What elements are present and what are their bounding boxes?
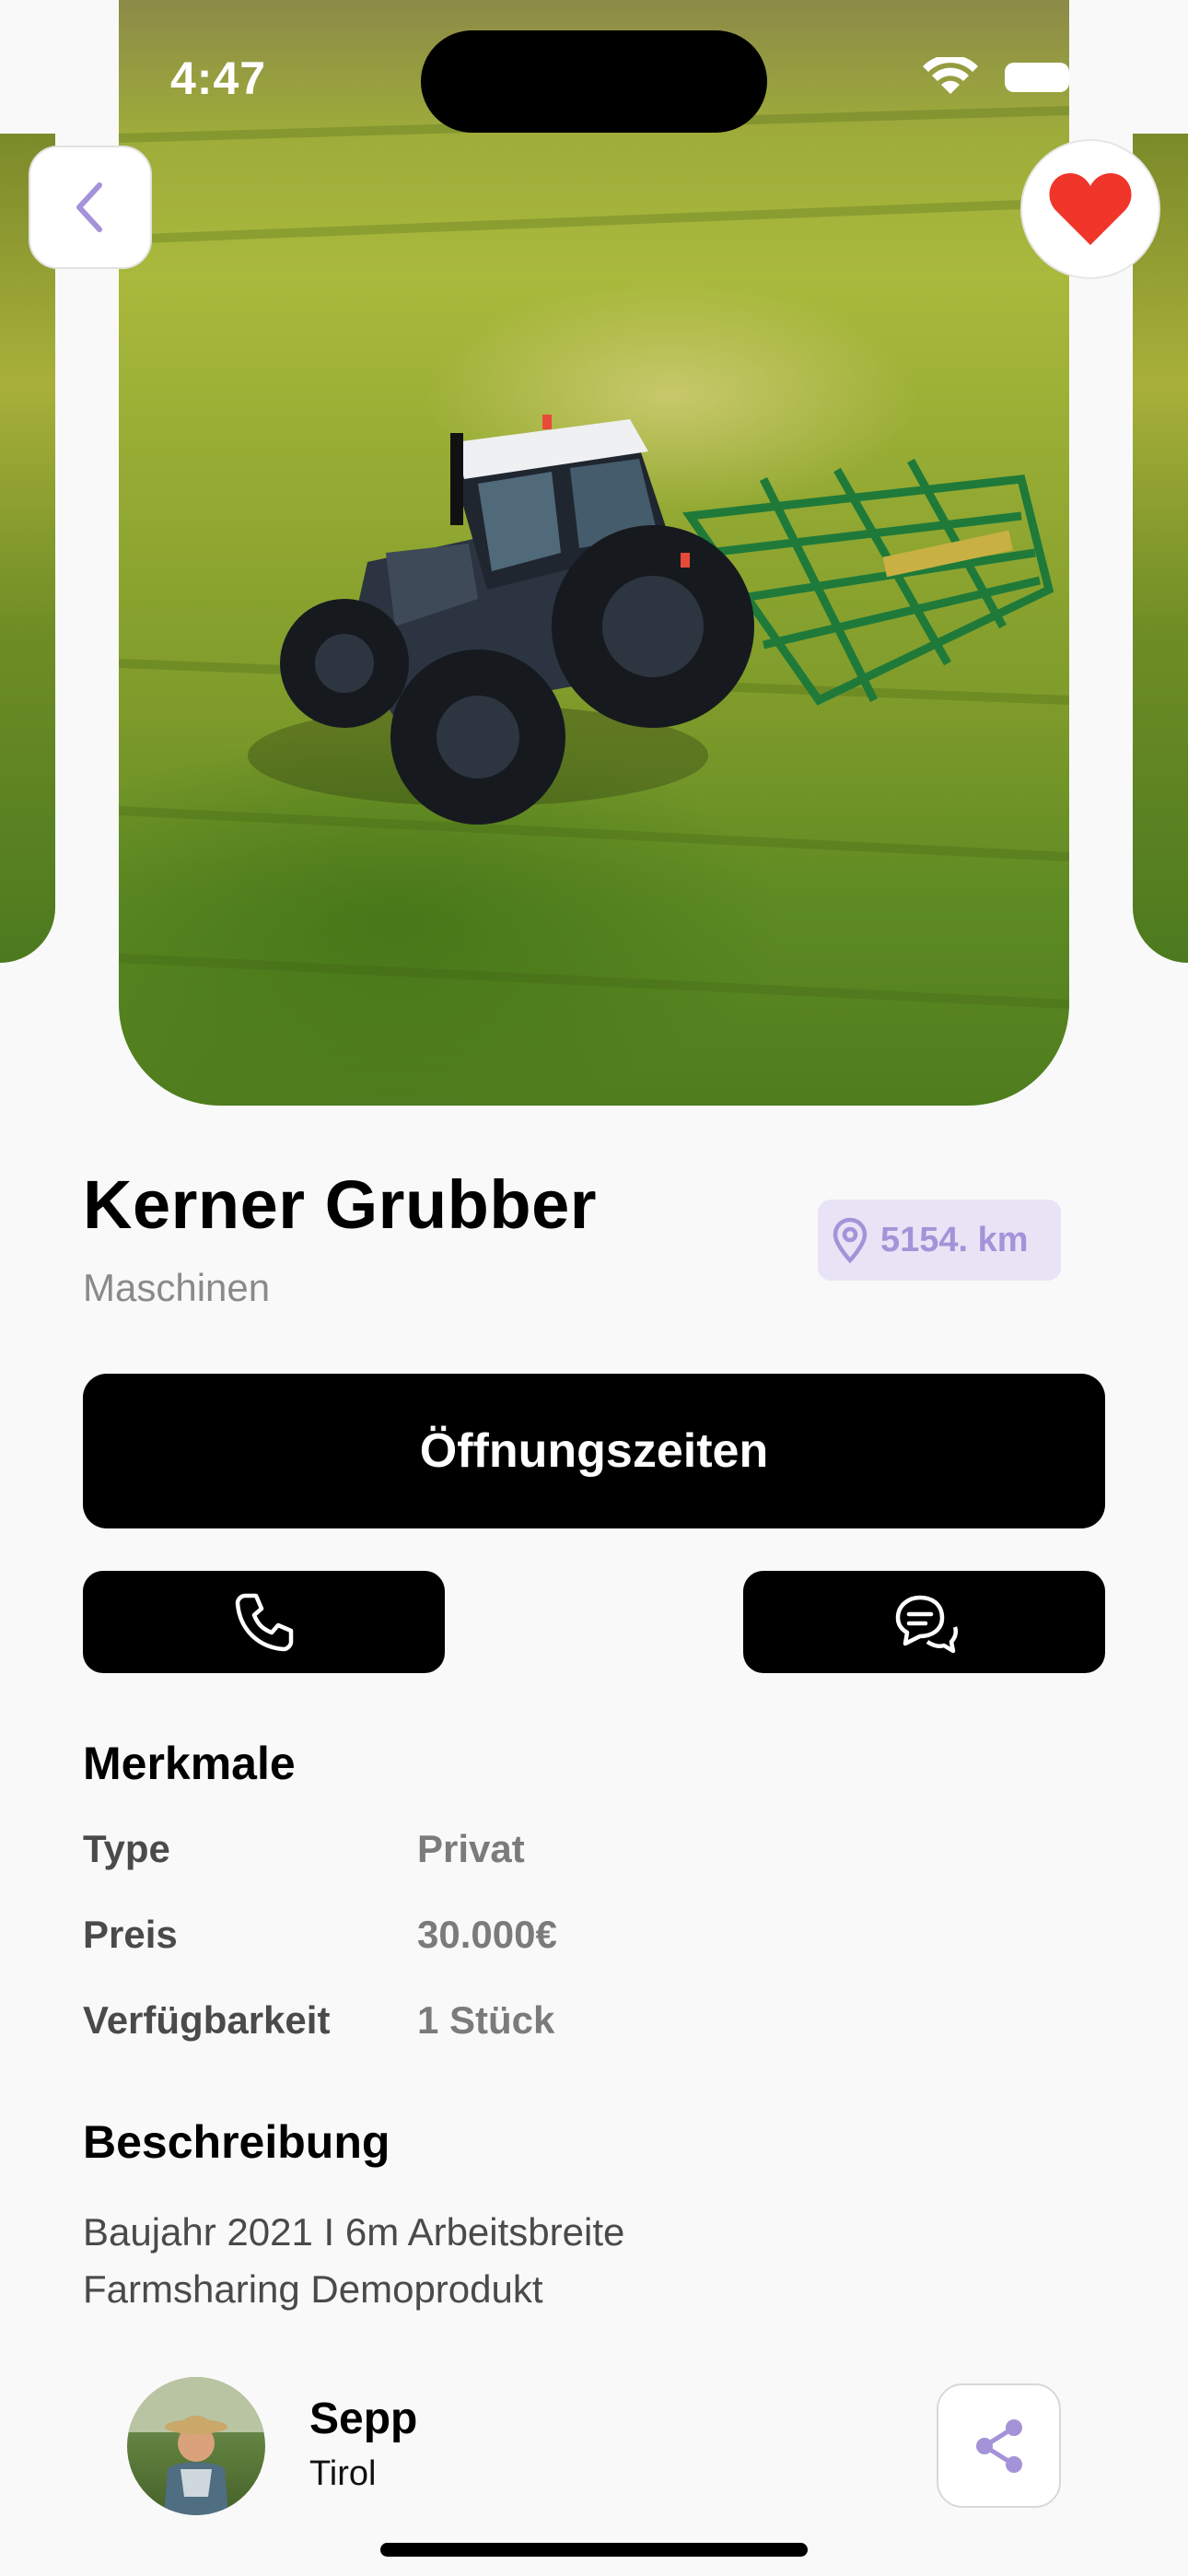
home-indicator[interactable] [380, 2543, 808, 2557]
feature-value-price: 30.000€ [417, 1913, 557, 1956]
feature-value-availability: 1 Stück [417, 1998, 555, 2042]
favorite-button[interactable] [1020, 139, 1160, 279]
distance-text: 5154. km [880, 1220, 1029, 1259]
opening-hours-button[interactable]: Öffnungszeiten [83, 1374, 1105, 1528]
share-button[interactable] [937, 2383, 1061, 2508]
status-icons [917, 54, 1074, 104]
feature-label-price: Preis [83, 1913, 178, 1956]
phone-icon [235, 1593, 293, 1651]
heart-icon [1049, 173, 1132, 245]
product-title: Kerner Grubber [83, 1166, 598, 1243]
back-button[interactable] [29, 146, 152, 269]
tractor-illustration [119, 106, 1069, 1009]
features-heading: Merkmale [83, 1738, 296, 1789]
seller-avatar[interactable] [127, 2377, 265, 2515]
description-line-1: Baujahr 2021 I 6m Arbeitsbreite [83, 2210, 625, 2254]
share-icon [975, 2418, 1022, 2473]
feature-value-type: Privat [417, 1827, 525, 1870]
description-heading: Beschreibung [83, 2116, 390, 2168]
dynamic-island [421, 30, 767, 133]
feature-label-type: Type [83, 1827, 170, 1870]
chat-bubbles-icon [895, 1595, 958, 1653]
battery-icon [1005, 63, 1069, 92]
seller-name: Sepp [309, 2395, 418, 2443]
feature-label-availability: Verfügbarkeit [83, 1998, 331, 2042]
product-category: Maschinen [83, 1266, 271, 1309]
product-image[interactable] [119, 0, 1069, 1106]
location-pin-icon [833, 1217, 868, 1263]
chevron-left-icon [76, 182, 102, 232]
call-button[interactable] [83, 1571, 445, 1673]
farmer-portrait [127, 2377, 265, 2515]
chat-button[interactable] [743, 1571, 1105, 1673]
wifi-icon [923, 54, 978, 94]
status-time: 4:47 [170, 53, 267, 104]
next-image-peek[interactable] [1133, 134, 1188, 963]
description-line-2: Farmsharing Demoprodukt [83, 2267, 543, 2311]
seller-region: Tirol [309, 2454, 377, 2493]
distance-badge: 5154. km [818, 1200, 1061, 1281]
